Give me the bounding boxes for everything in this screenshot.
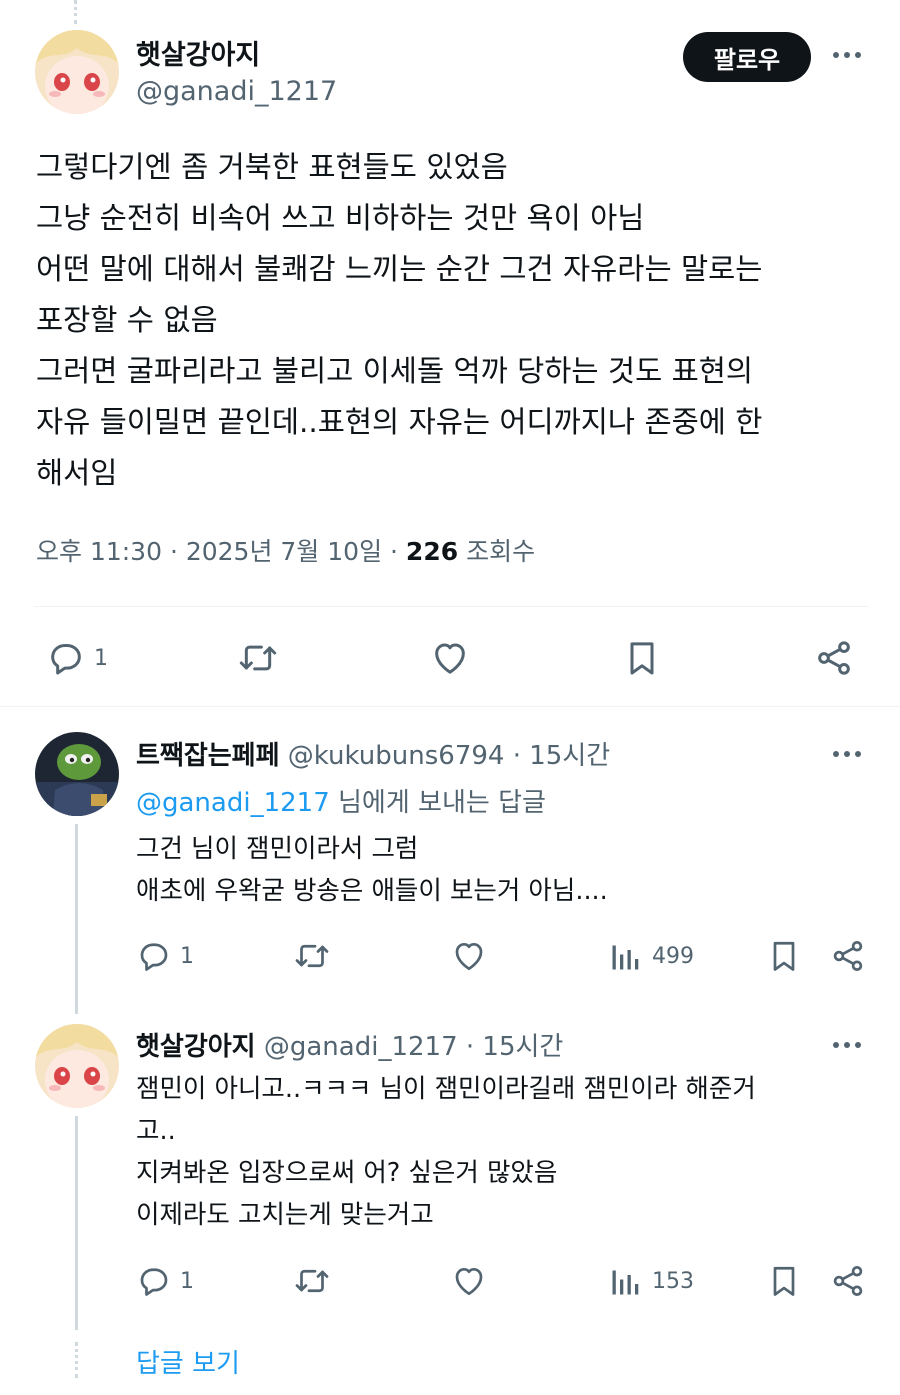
share-button[interactable] <box>814 638 854 678</box>
heart-icon <box>455 942 483 971</box>
views-button[interactable]: 153 <box>608 1263 694 1299</box>
views-icon <box>612 1270 639 1295</box>
bookmark-button[interactable] <box>766 1263 802 1299</box>
reply-icon <box>51 644 81 675</box>
share-button[interactable] <box>830 1263 866 1299</box>
retweet-button[interactable] <box>292 938 332 974</box>
avatar[interactable] <box>35 30 119 114</box>
avatar[interactable] <box>35 732 119 816</box>
reply-line: 잼민이 아니고..ㅋㅋㅋ 님이 잼민이라길래 잼민이라 해준거 <box>136 1074 756 1104</box>
main-handle[interactable]: @ganadi_1217 <box>136 76 337 107</box>
reply-line: 그건 님이 잼민이라서 그럼 <box>136 834 419 864</box>
tweet-line: 그냥 순전히 비속어 쓰고 비하하는 것만 욕이 아님 <box>36 201 645 235</box>
tweet-line: 어떤 말에 대해서 불쾌감 느끼는 순간 그건 자유라는 말로는 <box>36 252 763 286</box>
thread-connector-dots <box>75 1342 78 1378</box>
heart-icon <box>455 1267 483 1296</box>
retweet-icon <box>295 944 329 968</box>
divider <box>34 606 868 607</box>
like-button[interactable] <box>451 938 487 974</box>
follow-button[interactable]: 팔로우 <box>683 32 811 82</box>
main-display-name[interactable]: 햇살강아지 <box>136 33 260 72</box>
thread-line <box>75 824 78 1014</box>
reply-button[interactable]: 1 <box>46 638 108 678</box>
reply-icon <box>140 943 168 971</box>
share-icon <box>833 1266 863 1296</box>
tweet-line: 그렇다기엔 좀 거북한 표현들도 있었음 <box>36 150 508 184</box>
tweet-line: 해서임 <box>36 456 118 490</box>
retweet-button[interactable] <box>236 638 280 678</box>
reply-button[interactable]: 1 <box>136 938 194 974</box>
reply-time[interactable]: · 15시간 <box>513 741 610 771</box>
reply-count: 1 <box>180 943 194 969</box>
more-icon[interactable] <box>833 1042 861 1048</box>
reply-display-name[interactable]: 트짹잡는페페 <box>136 741 280 771</box>
like-button[interactable] <box>451 1263 487 1299</box>
reply-time[interactable]: · 15시간 <box>466 1032 563 1062</box>
reply-header: 햇살강아지 @ganadi_1217 · 15시간 <box>136 1026 563 1063</box>
tweet-timestamp[interactable]: 오후 11:30 · 2025년 7월 10일 · <box>36 537 398 566</box>
tweet-body: 그렇다기엔 좀 거북한 표현들도 있었음 그냥 순전히 비속어 쓰고 비하하는 … <box>36 142 866 499</box>
reply-header: 트짹잡는페페 @kukubuns6794 · 15시간 <box>136 735 610 772</box>
tweet-meta: 오후 11:30 · 2025년 7월 10일 · 226 조회수 <box>36 532 535 568</box>
reply-line: 애초에 우왁굳 방송은 애들이 보는거 아님.... <box>136 876 608 906</box>
reply-handle[interactable]: @ganadi_1217 <box>264 1032 458 1062</box>
share-icon <box>818 641 850 675</box>
tweet-line: 자유 들이밀면 끝인데..표현의 자유는 어디까지나 존중에 한 <box>36 405 763 439</box>
views-count: 226 <box>405 537 459 566</box>
reply-count: 1 <box>94 645 108 671</box>
reply-count: 1 <box>180 1268 194 1294</box>
tweet-line: 그러면 굴파리라고 불리고 이세돌 억까 당하는 것도 표현의 <box>36 354 754 388</box>
section-divider <box>0 706 900 707</box>
reply-icon <box>140 1268 168 1296</box>
retweet-button[interactable] <box>292 1263 332 1299</box>
share-icon <box>833 941 863 971</box>
bookmark-icon <box>773 941 795 971</box>
reply-line: 이제라도 고치는게 맞는거고 <box>136 1200 434 1230</box>
retweet-icon <box>239 645 277 671</box>
show-replies-link[interactable]: 답글 보기 <box>136 1343 240 1380</box>
more-icon[interactable] <box>833 52 861 58</box>
heart-icon <box>435 643 465 674</box>
bookmark-button[interactable] <box>766 938 802 974</box>
bookmark-icon <box>773 1266 795 1296</box>
more-icon[interactable] <box>833 751 861 757</box>
replying-to-label: 님에게 보내는 답글 <box>338 788 546 818</box>
views-icon <box>612 945 639 970</box>
views-count: 153 <box>652 1268 694 1294</box>
reply-button[interactable]: 1 <box>136 1263 194 1299</box>
mention-link[interactable]: @ganadi_1217 <box>136 788 330 818</box>
reply-line: 고.. <box>136 1116 176 1146</box>
bookmark-icon <box>630 642 654 675</box>
like-button[interactable] <box>430 638 470 678</box>
share-button[interactable] <box>830 938 866 974</box>
thread-line <box>75 1116 78 1330</box>
reply-display-name[interactable]: 햇살강아지 <box>136 1032 256 1062</box>
reply-handle[interactable]: @kukubuns6794 <box>288 741 505 771</box>
views-label: 조회수 <box>466 537 536 566</box>
reply-body: 잼민이 아니고..ㅋㅋㅋ 님이 잼민이라길래 잼민이라 해준거 고.. 지켜봐온… <box>136 1068 756 1236</box>
views-count: 499 <box>652 943 694 969</box>
reply-body: 그건 님이 잼민이라서 그럼 애초에 우왁굳 방송은 애들이 보는거 아님...… <box>136 828 608 912</box>
avatar[interactable] <box>35 1024 119 1108</box>
views-button[interactable]: 499 <box>608 938 694 974</box>
tweet-line: 포장할 수 없음 <box>36 303 218 337</box>
replying-to: @ganadi_1217 님에게 보내는 답글 <box>136 782 546 819</box>
bookmark-button[interactable] <box>622 638 662 678</box>
retweet-icon <box>295 1269 329 1293</box>
thread-connector-top <box>74 0 81 24</box>
reply-line: 지켜봐온 입장으로써 어? 싶은거 많았음 <box>136 1158 558 1188</box>
